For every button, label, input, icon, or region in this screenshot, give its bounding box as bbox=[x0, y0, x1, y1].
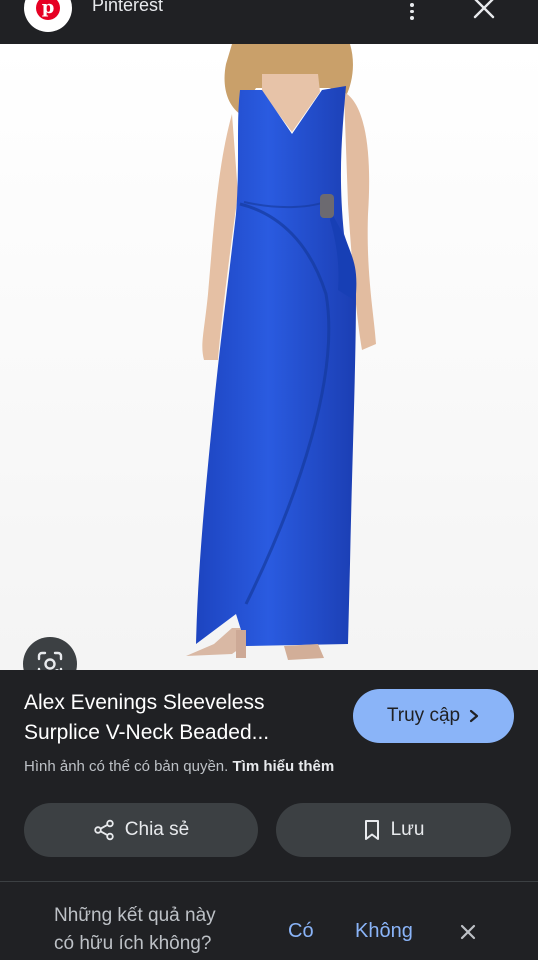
learn-more-link[interactable]: Tìm hiểu thêm bbox=[233, 758, 335, 775]
feedback-yes-button[interactable]: Có bbox=[288, 920, 314, 943]
pinterest-logo-icon: p bbox=[24, 0, 72, 32]
feedback-close-icon[interactable] bbox=[458, 922, 478, 942]
result-title-line2: Surplice V-Neck Beaded... bbox=[24, 721, 270, 744]
close-icon[interactable] bbox=[472, 0, 496, 20]
share-label: Chia sẻ bbox=[124, 819, 190, 840]
feedback-no-button[interactable]: Không bbox=[355, 920, 413, 943]
save-label: Lưu bbox=[390, 819, 425, 840]
copyright-text: Hình ảnh có thể có bản quyền. bbox=[24, 758, 229, 775]
feedback-bar: Những kết quả này có hữu ích không? Có K… bbox=[24, 892, 524, 960]
visit-label: Truy cập bbox=[386, 705, 461, 726]
share-button[interactable]: Chia sẻ bbox=[24, 803, 258, 857]
copyright-notice: Hình ảnh có thể có bản quyền. Tìm hiểu t… bbox=[24, 758, 334, 775]
more-vert-icon[interactable] bbox=[402, 0, 422, 21]
pinterest-logo-letter: p bbox=[36, 0, 60, 20]
share-icon bbox=[94, 819, 114, 841]
top-bar: p Pinterest bbox=[0, 0, 538, 44]
result-info: Alex Evenings Sleeveless Surplice V-Neck… bbox=[0, 670, 538, 880]
chevron-right-icon bbox=[470, 709, 479, 723]
result-title[interactable]: Alex Evenings Sleeveless Surplice V-Neck… bbox=[24, 688, 334, 748]
result-image[interactable] bbox=[0, 44, 538, 670]
dress-photo bbox=[0, 44, 538, 670]
save-button[interactable]: Lưu bbox=[276, 803, 511, 857]
lens-icon bbox=[37, 651, 63, 670]
feedback-question-line2: có hữu ích không? bbox=[54, 933, 212, 954]
divider bbox=[0, 881, 538, 882]
result-title-line1: Alex Evenings Sleeveless bbox=[24, 691, 265, 714]
visit-button[interactable]: Truy cập bbox=[353, 689, 514, 743]
feedback-question: Những kết quả này có hữu ích không? bbox=[54, 902, 216, 958]
feedback-question-line1: Những kết quả này bbox=[54, 905, 216, 926]
site-name: Pinterest bbox=[92, 0, 164, 15]
bookmark-icon bbox=[364, 820, 379, 840]
